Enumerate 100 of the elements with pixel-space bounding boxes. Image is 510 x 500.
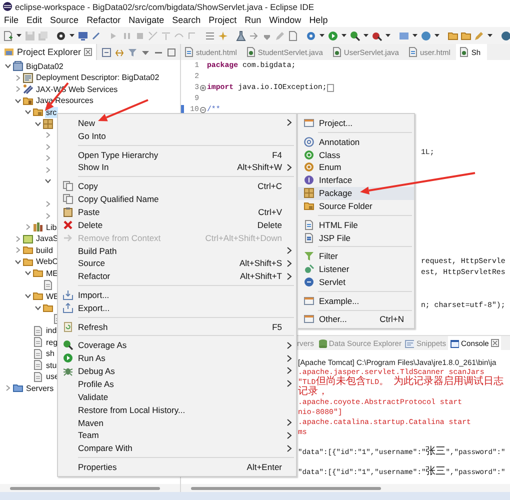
menu-item[interactable]: Show In Alt+Shift+W bbox=[58, 160, 296, 174]
menu-item[interactable]: Class bbox=[298, 148, 414, 161]
chevron-right-icon[interactable] bbox=[44, 212, 52, 220]
menu-item[interactable]: Export... bbox=[58, 301, 296, 314]
menu-item[interactable]: Interface bbox=[298, 174, 414, 187]
menu-bar-item[interactable]: File bbox=[0, 15, 23, 25]
chevron-right-icon[interactable] bbox=[14, 85, 22, 94]
menu-item[interactable]: Refactor Alt+Shift+T bbox=[58, 270, 296, 283]
chevron-right-icon[interactable] bbox=[44, 154, 52, 162]
collapse-all-icon[interactable] bbox=[102, 48, 111, 56]
debug-gear-icon[interactable] bbox=[306, 30, 316, 40]
chevron-down-icon[interactable] bbox=[4, 62, 12, 70]
menu-bar-item[interactable]: Source bbox=[46, 15, 83, 25]
menu-bar-item[interactable]: Run bbox=[240, 15, 266, 25]
chevron-right-icon[interactable] bbox=[14, 74, 22, 82]
external-tools-icon[interactable] bbox=[372, 30, 382, 40]
chevron-right-icon[interactable] bbox=[14, 234, 22, 243]
menu-item[interactable]: Project... bbox=[298, 116, 414, 130]
filter-icon[interactable] bbox=[128, 48, 137, 56]
monitor-icon[interactable] bbox=[78, 30, 88, 40]
menu-item[interactable]: Restore from Local History... bbox=[58, 403, 296, 416]
tree-item[interactable]: stu bbox=[45, 360, 58, 371]
menu-item[interactable]: Servlet bbox=[298, 276, 414, 289]
new-file-icon[interactable] bbox=[3, 30, 13, 40]
tree-item[interactable]: BigData02 bbox=[25, 60, 64, 72]
menu-item[interactable]: Copy Qualified Name bbox=[58, 192, 296, 206]
menu-bar-item[interactable]: Help bbox=[305, 15, 332, 25]
chevron-right-icon[interactable] bbox=[44, 166, 52, 174]
menu-item[interactable]: Open Type Hierarchy F4 bbox=[58, 148, 296, 161]
chevron-down-icon[interactable] bbox=[24, 269, 32, 278]
menu-item[interactable]: New bbox=[58, 116, 296, 130]
chevron-right-icon[interactable] bbox=[44, 131, 52, 140]
menu-item[interactable]: JSP File bbox=[298, 231, 414, 244]
menu-item[interactable]: HTML File bbox=[298, 218, 414, 232]
tree-item[interactable]: ME bbox=[45, 268, 59, 279]
menu-item[interactable]: Delete Delete bbox=[58, 218, 296, 232]
maximize-icon[interactable] bbox=[167, 48, 176, 56]
chevron-down-icon[interactable] bbox=[24, 108, 32, 116]
menu-item[interactable]: Example... bbox=[298, 294, 414, 308]
chevron-right-icon[interactable] bbox=[4, 384, 12, 392]
chevron-down-icon[interactable] bbox=[34, 304, 42, 312]
close-icon[interactable] bbox=[490, 339, 499, 347]
menu-item[interactable]: Properties Alt+Enter bbox=[58, 460, 296, 474]
view-tab[interactable]: Project Explorer bbox=[0, 44, 98, 60]
pencil-icon[interactable] bbox=[275, 30, 285, 40]
menu-item[interactable]: Build Path bbox=[58, 244, 296, 257]
menu-bar-item[interactable]: Window bbox=[265, 15, 306, 25]
menu-item[interactable]: Team bbox=[58, 429, 296, 442]
coverage-icon[interactable] bbox=[350, 30, 360, 40]
menu-item[interactable]: Validate bbox=[58, 390, 296, 404]
menu-item[interactable]: Refresh F5 bbox=[58, 320, 296, 333]
menu-item[interactable]: Source Folder bbox=[298, 200, 414, 213]
menu-item[interactable]: Copy Ctrl+C bbox=[58, 180, 296, 193]
page-icon[interactable] bbox=[288, 30, 298, 40]
chevron-down-icon[interactable] bbox=[34, 120, 42, 128]
menu-item[interactable]: Annotation bbox=[298, 135, 414, 148]
chevron-down-icon[interactable] bbox=[24, 292, 32, 300]
stop-icon[interactable] bbox=[135, 30, 145, 40]
pause-icon[interactable] bbox=[122, 30, 132, 40]
tree-item[interactable]: JavaS bbox=[35, 233, 60, 244]
sparkle-icon[interactable] bbox=[218, 30, 228, 40]
menu-item[interactable]: Coverage As bbox=[58, 338, 296, 352]
menu-bar-item[interactable]: Project bbox=[204, 15, 241, 25]
menu-item[interactable]: Maven bbox=[58, 416, 296, 429]
menu-item[interactable]: Filter bbox=[298, 250, 414, 263]
chevron-down-icon[interactable] bbox=[44, 177, 52, 186]
menu-bar-item[interactable]: Refactor bbox=[82, 15, 125, 25]
scrollbar-thumb[interactable] bbox=[10, 486, 160, 490]
chevron-right-icon[interactable] bbox=[24, 223, 32, 232]
chevron-right-icon[interactable] bbox=[44, 200, 52, 208]
chevron-right-icon[interactable] bbox=[14, 246, 22, 254]
tree-item[interactable]: ind bbox=[45, 325, 58, 336]
menu-item[interactable]: Import... bbox=[58, 288, 296, 302]
scrollbar-thumb[interactable] bbox=[191, 486, 381, 490]
menu-item[interactable]: Other... Ctrl+N bbox=[298, 312, 414, 326]
tree-item[interactable]: WebC bbox=[35, 256, 60, 268]
disconnect-icon[interactable] bbox=[148, 30, 158, 40]
folded-code-icon[interactable] bbox=[326, 84, 334, 92]
tree-item[interactable]: Servers bbox=[25, 382, 55, 394]
expand-fold-icon[interactable] bbox=[200, 84, 206, 91]
menu-bar-item[interactable]: Navigate bbox=[124, 15, 168, 25]
tree-item[interactable]: Lib bbox=[45, 222, 58, 233]
menu-item[interactable]: Enum bbox=[298, 160, 414, 174]
arrow-icon[interactable] bbox=[249, 30, 259, 40]
step-return-icon[interactable] bbox=[187, 30, 197, 40]
close-icon[interactable] bbox=[84, 48, 92, 56]
menu-item[interactable]: Debug As bbox=[58, 364, 296, 378]
menu-item[interactable]: Compare With bbox=[58, 442, 296, 455]
link-icon[interactable] bbox=[115, 48, 124, 56]
tree-item[interactable]: reg bbox=[45, 336, 59, 348]
chevron-right-icon[interactable] bbox=[44, 142, 52, 151]
menu-item[interactable]: Source Alt+Shift+S bbox=[58, 256, 296, 270]
menu-bar-item[interactable]: Edit bbox=[22, 15, 46, 25]
tree-item[interactable]: build bbox=[35, 244, 54, 256]
step-into-icon[interactable] bbox=[161, 30, 171, 40]
menu-item[interactable]: Package bbox=[298, 186, 414, 200]
collapse-fold-icon[interactable] bbox=[200, 106, 206, 112]
chevron-down-icon[interactable] bbox=[14, 258, 22, 266]
run-icon[interactable] bbox=[328, 30, 338, 40]
list-icon[interactable] bbox=[205, 30, 215, 40]
